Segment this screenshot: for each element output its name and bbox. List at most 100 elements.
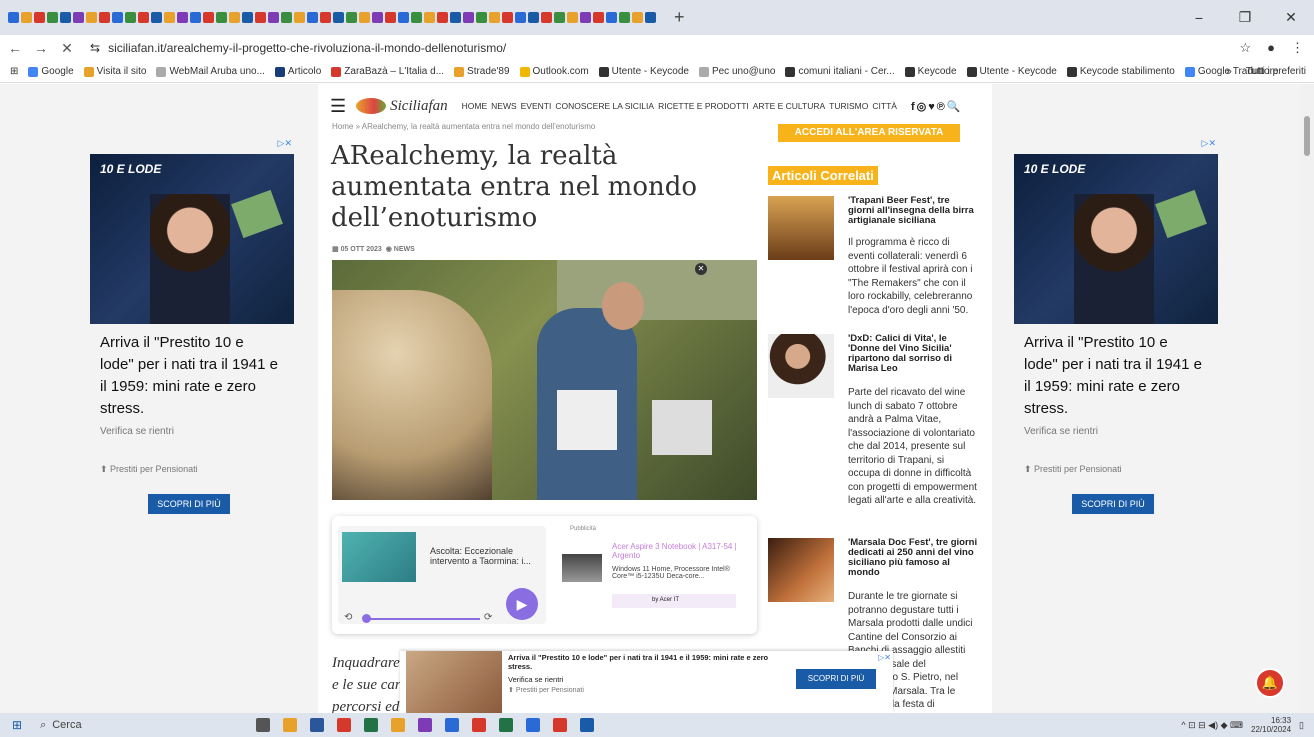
bookmark-item[interactable]: Keycode: [904, 66, 957, 77]
minimize-button[interactable]: −: [1176, 10, 1222, 26]
tab-favicon[interactable]: [138, 12, 149, 23]
bottom-ad[interactable]: Arriva il "Prestito 10 e lode" per i nat…: [400, 651, 893, 713]
tab-favicon[interactable]: [567, 12, 578, 23]
site-info-icon[interactable]: ⇆: [90, 41, 100, 55]
nav-item[interactable]: EVENTI: [521, 101, 552, 111]
taskbar-app-icon[interactable]: [391, 718, 406, 732]
hamburger-menu-icon[interactable]: ☰: [330, 96, 346, 117]
ad-product[interactable]: Acer Aspire 3 Notebook | A317-54 | Argen…: [612, 542, 742, 560]
tab-favicon[interactable]: [164, 12, 175, 23]
bookmark-star-icon[interactable]: ☆: [1239, 40, 1251, 56]
tab-favicon[interactable]: [463, 12, 474, 23]
tab-favicon[interactable]: [476, 12, 487, 23]
back-button[interactable]: ←: [4, 40, 26, 56]
apps-icon[interactable]: ⊞: [10, 66, 18, 77]
taskbar-app-icon[interactable]: [499, 718, 514, 732]
progress-handle[interactable]: [362, 614, 371, 623]
adchoices-icon[interactable]: ▷✕: [878, 653, 891, 662]
browser-menu-icon[interactable]: ⋮: [1291, 40, 1304, 56]
nav-item[interactable]: NEWS: [491, 101, 517, 111]
tab-favicon[interactable]: [411, 12, 422, 23]
tab-favicon[interactable]: [398, 12, 409, 23]
taskbar-app-icon[interactable]: [553, 718, 568, 732]
related-title[interactable]: 'Trapani Beer Fest', tre giorni all'inse…: [848, 196, 978, 226]
bookmark-item[interactable]: Articolo: [274, 66, 321, 77]
player-title[interactable]: Ascolta: Eccezionale intervento a Taormi…: [430, 546, 545, 566]
tab-favicon[interactable]: [294, 12, 305, 23]
bookmark-item[interactable]: Utente - Keycode: [598, 66, 689, 77]
tab-favicon[interactable]: [359, 12, 370, 23]
tab-list[interactable]: [8, 7, 656, 29]
scrollbar-thumb[interactable]: [1304, 116, 1310, 156]
tab-favicon[interactable]: [619, 12, 630, 23]
player-thumbnail[interactable]: [342, 532, 416, 582]
taskbar-app-icon[interactable]: [526, 718, 541, 732]
tab-favicon[interactable]: [47, 12, 58, 23]
related-title[interactable]: 'DxD: Calici di Vita', le 'Donne del Vin…: [848, 334, 978, 374]
tab-favicon[interactable]: [632, 12, 643, 23]
close-window-button[interactable]: ✕: [1268, 9, 1314, 26]
close-icon[interactable]: ✕: [695, 263, 707, 275]
play-button[interactable]: ▶: [506, 588, 538, 620]
ad-headline[interactable]: Arriva il "Prestito 10 e lode" per i nat…: [508, 653, 778, 671]
tab-favicon[interactable]: [424, 12, 435, 23]
tab-favicon[interactable]: [450, 12, 461, 23]
nav-item[interactable]: RICETTE E PRODOTTI: [658, 101, 749, 111]
taskbar-app-icon[interactable]: [418, 718, 433, 732]
reserved-area-button[interactable]: ACCEDI ALL'AREA RISERVATA: [778, 124, 960, 142]
tab-favicon[interactable]: [502, 12, 513, 23]
tab-favicon[interactable]: [203, 12, 214, 23]
social-icons[interactable]: f◎♥℗🔍: [911, 100, 963, 113]
forward-button[interactable]: →: [30, 40, 52, 56]
taskbar-app-icon[interactable]: [256, 718, 271, 732]
ad-image[interactable]: 10 E LODE: [90, 154, 294, 324]
taskbar-app-icon[interactable]: [445, 718, 460, 732]
ad-cta-button[interactable]: SCOPRI DI PIÙ: [148, 494, 230, 514]
bookmark-item[interactable]: WebMail Aruba uno...: [156, 66, 265, 77]
article-category[interactable]: NEWS: [394, 246, 415, 253]
rewind-icon[interactable]: ⟲: [344, 612, 352, 623]
breadcrumb[interactable]: Home » ARealchemy, la realtà aumentata e…: [332, 122, 595, 131]
bookmark-item[interactable]: Strade'89: [454, 66, 510, 77]
url-field[interactable]: ⇆ siciliafan.it/arealchemy-il-progetto-c…: [90, 41, 506, 55]
adchoices-icon[interactable]: ▷✕: [278, 138, 292, 149]
taskbar-app-icon[interactable]: [364, 718, 379, 732]
clock[interactable]: 16:33 22/10/2024: [1251, 716, 1291, 734]
tab-favicon[interactable]: [320, 12, 331, 23]
site-logo[interactable]: Siciliafan: [356, 98, 448, 115]
progress-track[interactable]: [364, 618, 480, 620]
start-button[interactable]: ⊞: [12, 718, 22, 732]
nav-item[interactable]: CITTÀ: [872, 101, 897, 111]
stop-button[interactable]: ✕: [56, 40, 78, 57]
related-image[interactable]: [768, 538, 834, 602]
tab-favicon[interactable]: [73, 12, 84, 23]
tab-favicon[interactable]: [242, 12, 253, 23]
adchoices-icon[interactable]: ▷✕: [1202, 138, 1216, 149]
tab-favicon[interactable]: [489, 12, 500, 23]
tab-favicon[interactable]: [86, 12, 97, 23]
maximize-button[interactable]: ❐: [1222, 9, 1268, 26]
bookmark-item[interactable]: Pec uno@uno: [698, 66, 775, 77]
tab-favicon[interactable]: [229, 12, 240, 23]
ad-image[interactable]: [406, 651, 502, 713]
notification-bell-button[interactable]: 🔔: [1255, 668, 1285, 698]
tab-favicon[interactable]: [541, 12, 552, 23]
bookmarks-more-button[interactable]: »: [1226, 66, 1232, 77]
nav-item[interactable]: ARTE E CULTURA: [753, 101, 825, 111]
nav-item[interactable]: CONOSCERE LA SICILIA: [555, 101, 654, 111]
ad-headline[interactable]: Arriva il "Prestito 10 e lode" per i nat…: [100, 332, 280, 420]
tab-favicon[interactable]: [385, 12, 396, 23]
related-image[interactable]: [768, 334, 834, 398]
laptop-image[interactable]: [562, 554, 602, 582]
tab-favicon[interactable]: [580, 12, 591, 23]
tab-favicon[interactable]: [645, 12, 656, 23]
tab-favicon[interactable]: [346, 12, 357, 23]
tab-favicon[interactable]: [21, 12, 32, 23]
tab-favicon[interactable]: [515, 12, 526, 23]
taskbar-app-icon[interactable]: [283, 718, 298, 732]
nav-item[interactable]: TURISMO: [829, 101, 868, 111]
tab-favicon[interactable]: [528, 12, 539, 23]
bookmark-item[interactable]: Visita il sito: [83, 66, 146, 77]
tab-favicon[interactable]: [372, 12, 383, 23]
tab-favicon[interactable]: [216, 12, 227, 23]
